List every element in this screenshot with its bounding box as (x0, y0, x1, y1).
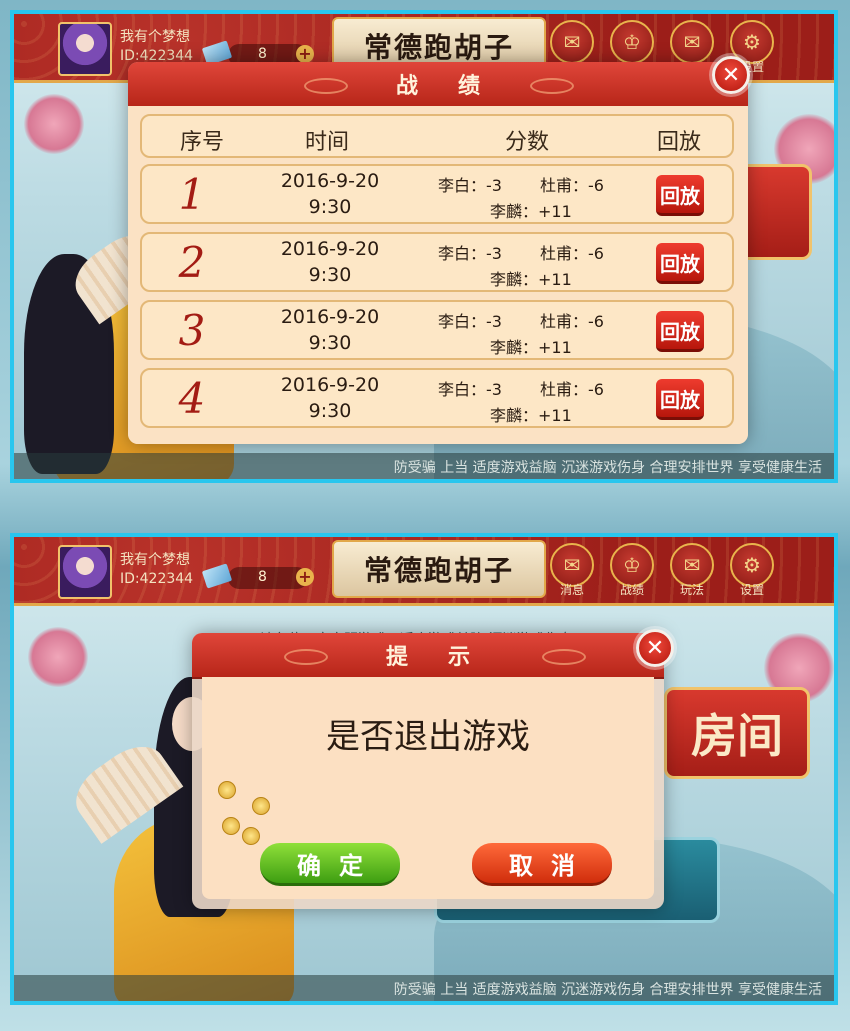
record-dialog: 战绩 序号 时间 分数 回放 1 2016-9-20 9:30 李白：-3 杜甫… (128, 62, 748, 444)
messages-button[interactable]: ✉ (550, 20, 594, 64)
row-index: 1 (178, 170, 206, 219)
record-screen: 我有个梦想 ID:422344 8 + 常德跑胡子 ✉ ♔ ✉ ⚙ 设置 防受骗… (10, 10, 838, 483)
coin-decoration (222, 817, 240, 835)
column-index: 序号 (179, 130, 224, 155)
records-button[interactable]: ♔ (610, 20, 654, 64)
tip-message: 是否退出游戏 (326, 717, 530, 757)
room-card-icon (201, 563, 233, 589)
messages-button[interactable]: ✉ 消息 (550, 543, 594, 598)
exit-confirm-screen: 房间 请各位玩家文明游戏，适度游戏益脑 沉迷游戏伤身 我有个梦想 ID:4223… (10, 533, 838, 1005)
replay-button[interactable]: 回放 (656, 379, 704, 420)
game-logo: 常德跑胡子 (332, 540, 546, 598)
table-row: 1 2016-9-20 9:30 李白：-3 杜甫：-6 李麟：+11 回放 (140, 164, 734, 224)
row-index: 2 (178, 238, 206, 287)
plus-icon[interactable]: + (296, 45, 314, 63)
score-player-3: 李麟：+11 (490, 202, 572, 221)
score-player-2: 杜甫：-6 (540, 244, 604, 263)
row-index: 4 (178, 374, 206, 423)
records-button[interactable]: ♔ 战绩 (610, 543, 654, 598)
coin-decoration (252, 797, 270, 815)
coin-decoration (242, 827, 260, 845)
medal-icon: ♔ (610, 20, 654, 64)
avatar[interactable] (58, 22, 112, 76)
top-bar: 我有个梦想 ID:422344 8 + 常德跑胡子 ✉ 消息 ♔ 战绩 ✉ 玩法… (14, 537, 834, 606)
blossom-decoration (24, 94, 84, 154)
cancel-button[interactable]: 取消 (472, 843, 612, 886)
table-header: 序号 时间 分数 回放 (140, 114, 734, 158)
column-time: 时间 (304, 130, 349, 155)
row-time: 9:30 (308, 196, 352, 218)
dialog-body: 是否退出游戏 确定 取消 (202, 677, 654, 899)
close-icon[interactable]: ✕ (636, 629, 674, 667)
swirl-ornament (304, 78, 348, 94)
swirl-ornament (542, 649, 586, 665)
settings-button[interactable]: ⚙ 设置 (730, 543, 774, 598)
score-player-1: 李白：-3 (438, 176, 502, 195)
dialog-title-text: 战绩 (395, 74, 520, 99)
mail-icon: ✉ (550, 20, 594, 64)
messages-label: 消息 (559, 583, 584, 597)
settings-label: 设置 (739, 583, 764, 597)
row-time: 9:30 (308, 332, 352, 354)
ticker-text: 防受骗 上当 适度游戏益脑 沉迷游戏伤身 合理安排世界 享受健康生活 (393, 982, 822, 998)
records-label: 战绩 (619, 583, 644, 597)
score-player-3: 李麟：+11 (490, 338, 572, 357)
table-row: 3 2016-9-20 9:30 李白：-3 杜甫：-6 李麟：+11 回放 (140, 300, 734, 360)
row-date: 2016-9-20 (280, 374, 380, 396)
tip-dialog: 提示 是否退出游戏 确定 取消 (192, 633, 664, 909)
nickname: 我有个梦想 (120, 29, 190, 45)
room-card-count: 8 (258, 569, 267, 585)
table-row: 4 2016-9-20 9:30 李白：-3 杜甫：-6 李麟：+11 回放 (140, 368, 734, 428)
score-player-3: 李麟：+11 (490, 406, 572, 425)
score-player-1: 李白：-3 (438, 380, 502, 399)
background-room-button: 房间 (664, 687, 810, 779)
row-time: 9:30 (308, 400, 352, 422)
nickname: 我有个梦想 (120, 552, 190, 568)
dialog-title: 提示 (192, 633, 664, 679)
score-player-1: 李白：-3 (438, 312, 502, 331)
score-player-2: 杜甫：-6 (540, 176, 604, 195)
row-date: 2016-9-20 (280, 306, 380, 328)
row-date: 2016-9-20 (280, 170, 380, 192)
room-button-label: 房间 (691, 709, 783, 763)
blossom-decoration (28, 627, 88, 687)
rules-button[interactable]: ✉ (670, 20, 714, 64)
mail-icon: ✉ (670, 20, 714, 64)
dialog-body: 序号 时间 分数 回放 1 2016-9-20 9:30 李白：-3 杜甫：-6… (128, 106, 748, 444)
notice-ticker: 防受骗 上当 适度游戏益脑 沉迷游戏伤身 合理安排世界 享受健康生活 (14, 453, 834, 479)
column-score: 分数 (504, 130, 549, 155)
score-player-2: 杜甫：-6 (540, 380, 604, 399)
score-player-2: 杜甫：-6 (540, 312, 604, 331)
ticker-text: 防受骗 上当 适度游戏益脑 沉迷游戏伤身 合理安排世界 享受健康生活 (393, 460, 822, 476)
confirm-button[interactable]: 确定 (260, 843, 400, 886)
room-card-count: 8 (258, 46, 267, 62)
row-date: 2016-9-20 (280, 238, 380, 260)
dialog-title-text: 提示 (385, 645, 510, 670)
avatar[interactable] (58, 545, 112, 599)
dialog-title: 战绩 (128, 62, 748, 108)
close-icon[interactable]: ✕ (712, 56, 750, 94)
table-row: 2 2016-9-20 9:30 李白：-3 杜甫：-6 李麟：+11 回放 (140, 232, 734, 292)
user-id: ID:422344 (120, 571, 194, 587)
replay-button[interactable]: 回放 (656, 175, 704, 216)
plus-icon[interactable]: + (296, 568, 314, 586)
row-time: 9:30 (308, 264, 352, 286)
coin-decoration (218, 781, 236, 799)
notice-ticker: 防受骗 上当 适度游戏益脑 沉迷游戏伤身 合理安排世界 享受健康生活 (14, 975, 834, 1001)
score-player-3: 李麟：+11 (490, 270, 572, 289)
column-replay: 回放 (656, 130, 701, 155)
rules-button[interactable]: ✉ 玩法 (670, 543, 714, 598)
rules-label: 玩法 (679, 583, 704, 597)
score-player-1: 李白：-3 (438, 244, 502, 263)
row-index: 3 (178, 306, 206, 355)
swirl-ornament (530, 78, 574, 94)
replay-button[interactable]: 回放 (656, 311, 704, 352)
replay-button[interactable]: 回放 (656, 243, 704, 284)
swirl-ornament (284, 649, 328, 665)
